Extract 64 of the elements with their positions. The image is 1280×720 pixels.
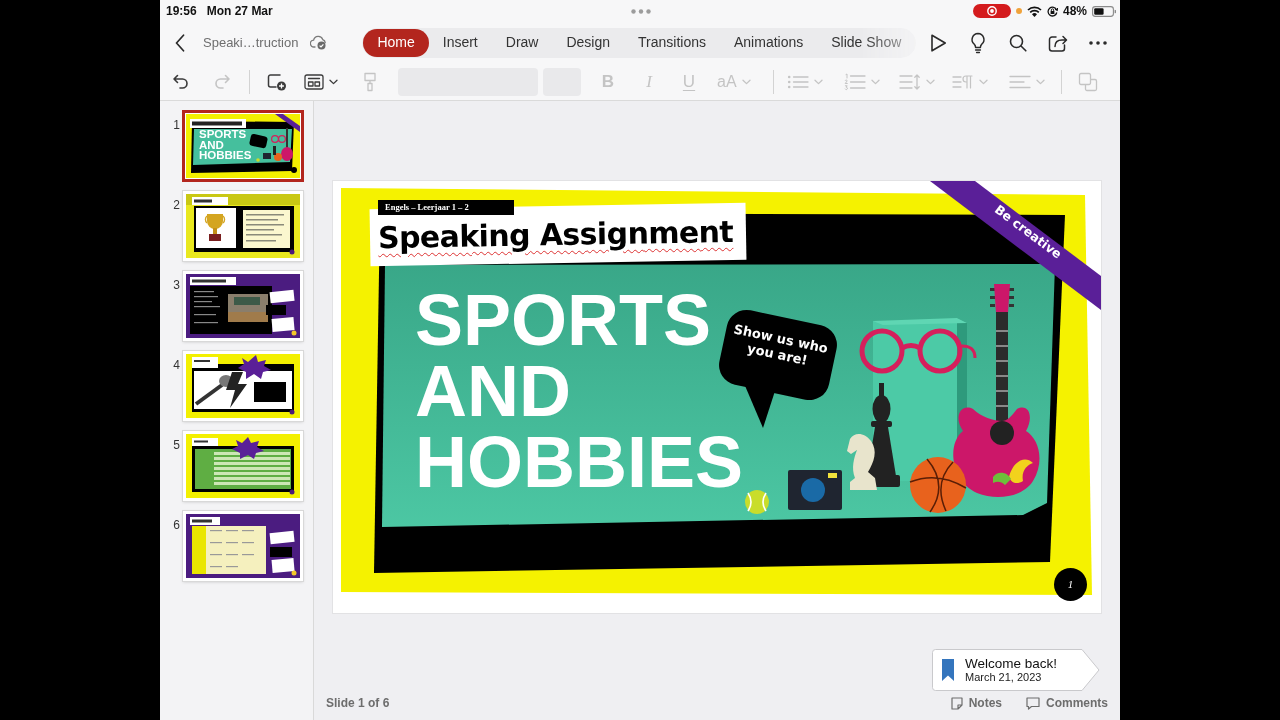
ribbon-tab[interactable]: Animations [720,28,818,57]
ribbon-tab[interactable]: Draw [491,28,553,57]
toast-date: March 21, 2023 [965,671,1043,685]
ribbon-tab[interactable]: Transitions [624,28,720,57]
slide-number: 2 [172,197,181,214]
caret-icon [329,78,338,85]
course-label: Engels – Leerjaar 1 – 2 [378,200,514,215]
share-icon [1048,33,1068,52]
line-spacing-icon [898,72,921,91]
undo-icon [172,72,190,91]
notes-icon [950,696,963,710]
caret-icon [1035,78,1045,85]
speech-bubble-text: Show us who you are! [731,321,830,371]
cloud-saved-icon [310,35,329,50]
caret-icon [870,78,880,85]
layout-icon [304,73,324,90]
ribbon-tab[interactable]: Home [363,28,429,57]
play-icon [929,32,947,53]
caret-icon [813,78,823,85]
align-left-icon [1008,73,1031,90]
caret-icon [978,78,988,85]
camera-drawing [788,470,842,510]
slide-number: 6 [172,517,181,534]
slide-counter: Slide 1 of 6 [326,695,390,712]
slide-heading: AND [415,356,571,427]
slide-number: 1 [172,117,181,134]
redo-icon [213,72,231,91]
comment-icon [1026,696,1040,710]
slide-number: 5 [172,437,181,454]
bullet-list-icon [786,73,809,90]
search-icon [1009,33,1027,52]
bookmark-icon [942,659,954,681]
numbered-list-icon [843,72,866,91]
slide-heading: SPORTS [415,285,712,356]
caret-icon [741,78,751,85]
document-title[interactable]: Speaki…truction [203,32,299,53]
lightbulb-icon [970,31,986,54]
caret-icon [925,78,935,85]
more-icon [1089,40,1107,45]
status-date: Mon 27 Mar [206,3,273,20]
slide-heading: HOBBIES [415,427,744,498]
arrange-icon [1077,71,1098,92]
wifi-icon [1026,5,1042,17]
recording-indicator-icon [972,4,1011,18]
notes-button[interactable]: Notes [950,694,1002,712]
paintbrush-icon [363,71,377,92]
status-time: 19:56 [166,3,197,20]
slide-number: 4 [172,357,181,374]
thumbnail-heading: SPORTS AND HOBBIES [199,129,252,161]
dots-handle-icon [631,9,651,15]
rotation-lock-icon [1046,5,1058,17]
ribbon-tab[interactable]: Slide Show [817,28,916,57]
ribbon-tab[interactable]: Insert [428,28,492,57]
toast-title: Welcome back! [965,655,1058,672]
battery-icon [1092,5,1116,17]
comments-button[interactable]: Comments [1026,694,1108,712]
paragraph-icon [951,73,974,90]
tennis-ball-drawing [745,490,769,514]
slide-number: 3 [172,277,181,294]
new-slide-icon [267,72,287,91]
ribbon-tab[interactable]: Design [552,28,625,57]
back-icon [175,33,185,52]
status-dot-icon [1015,8,1022,14]
battery-percent: 48% [1062,3,1087,20]
